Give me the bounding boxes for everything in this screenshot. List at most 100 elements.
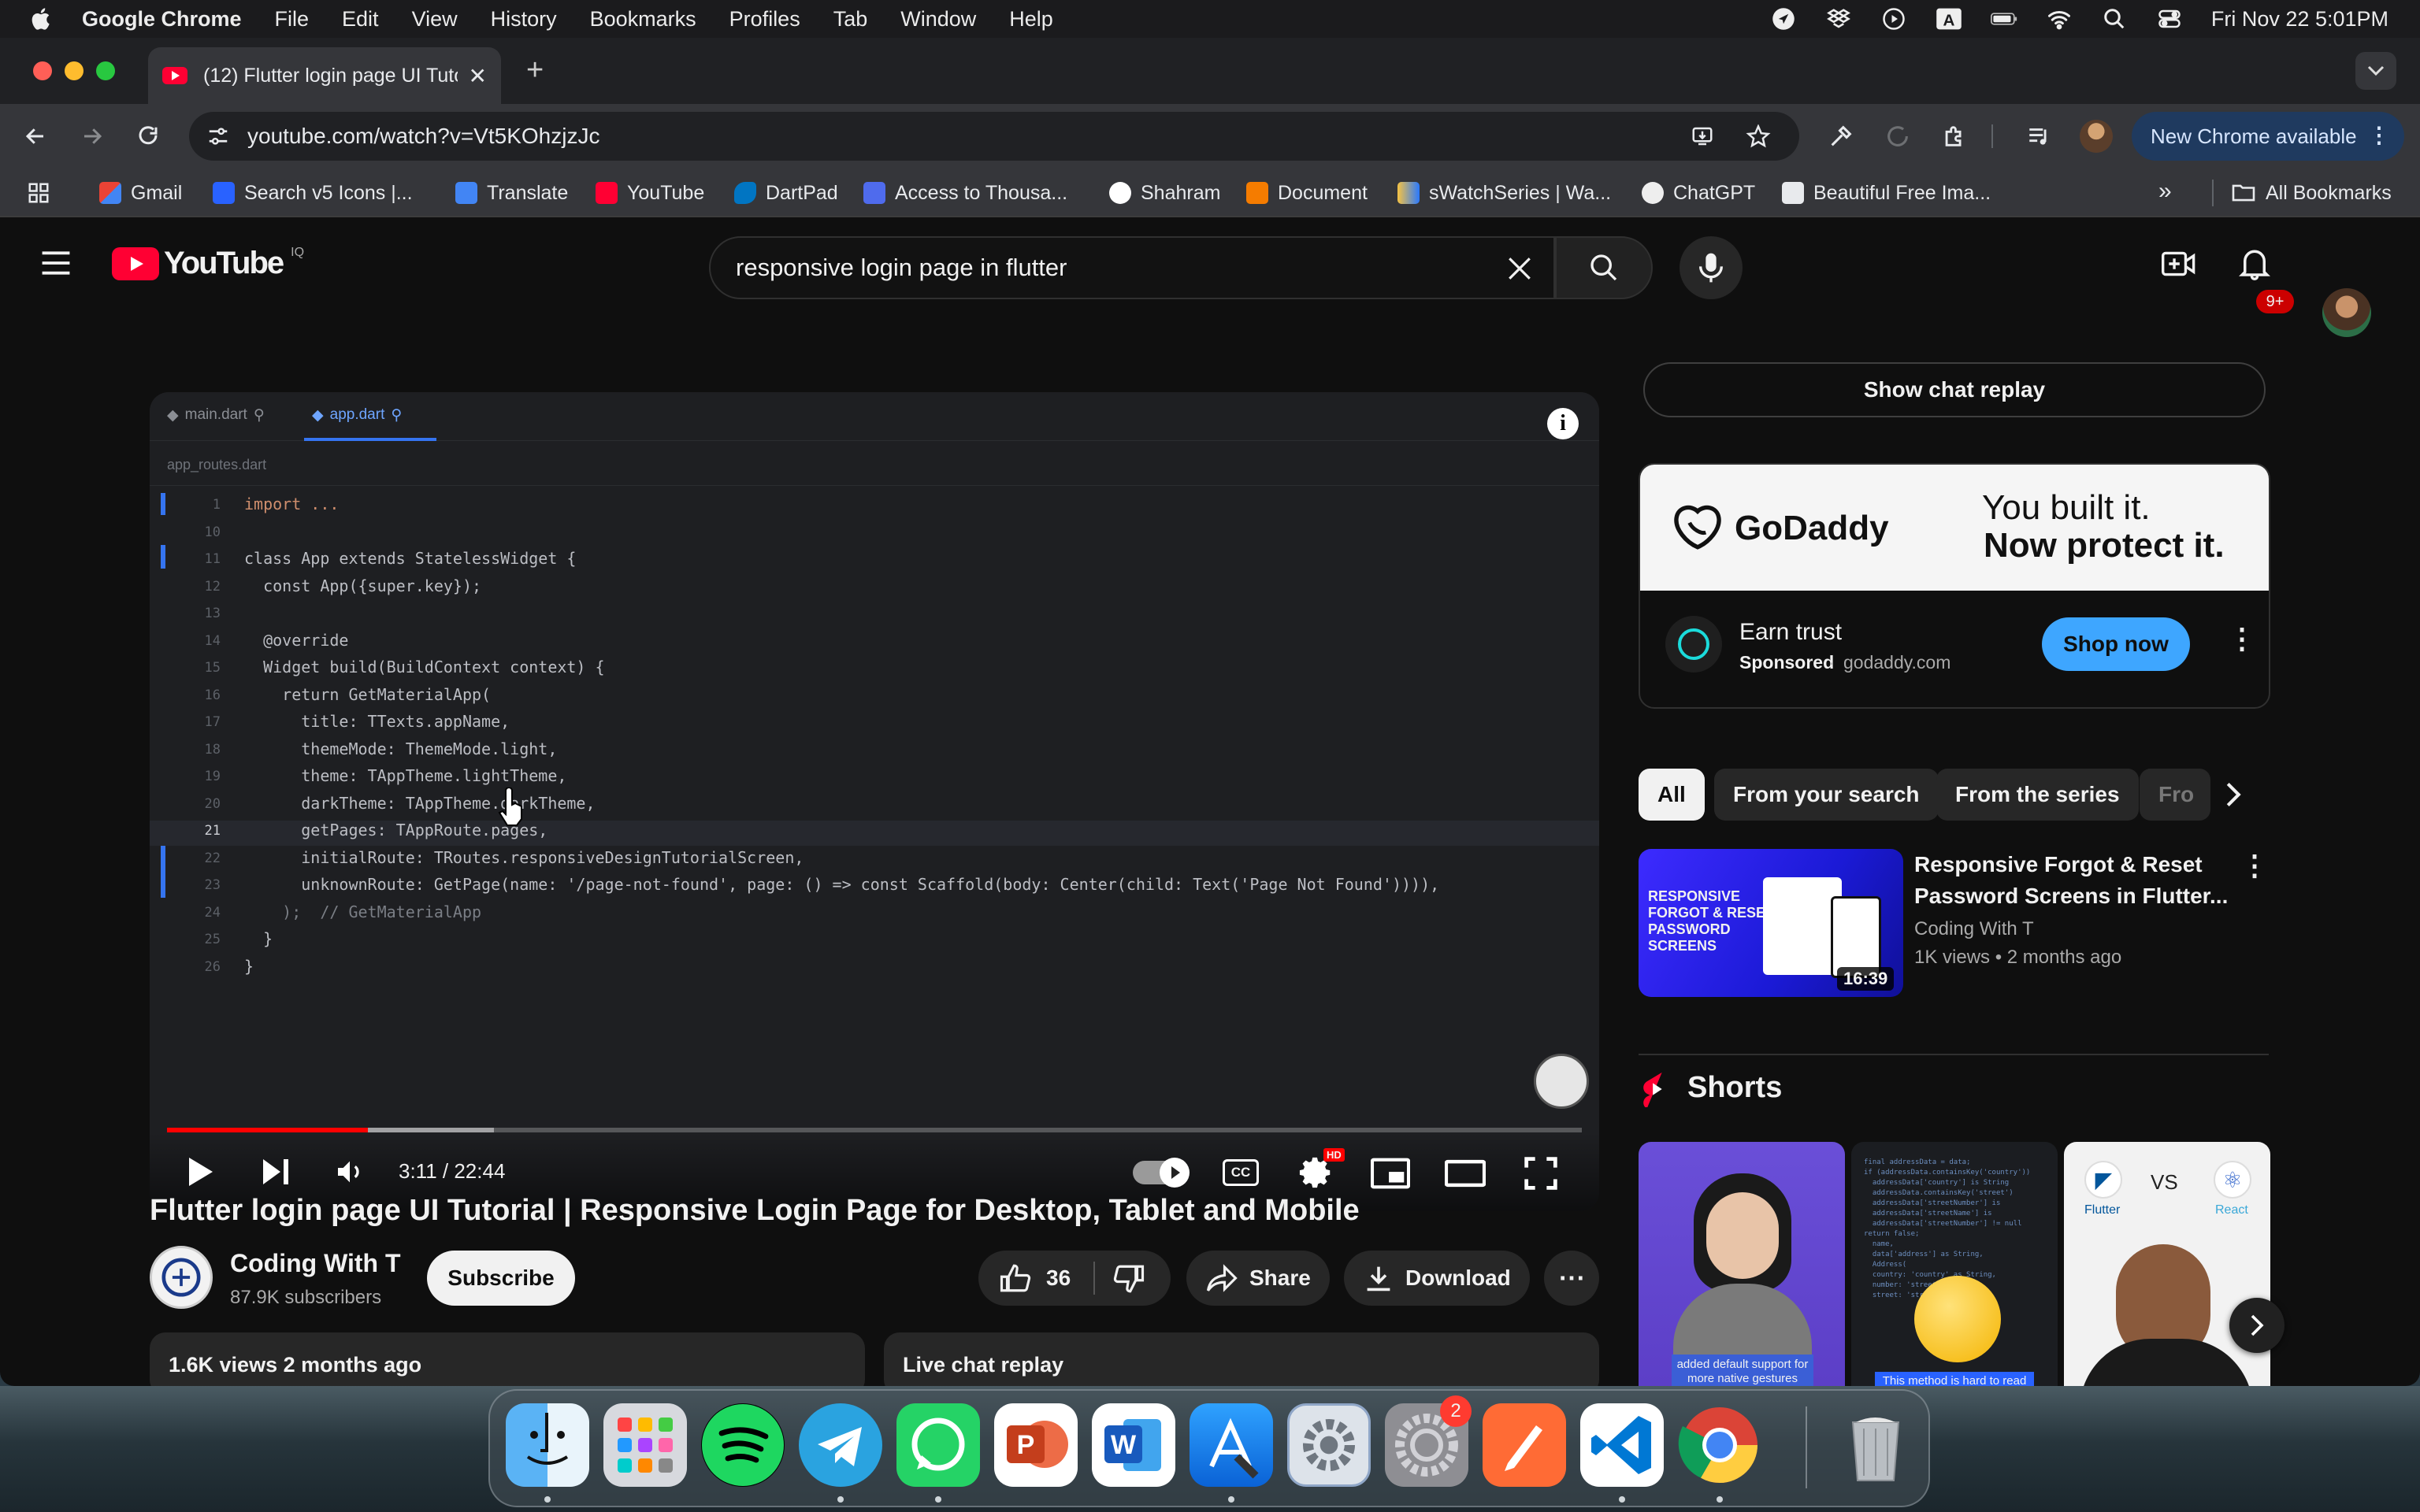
channel-name[interactable]: Coding With T [230, 1249, 401, 1278]
apps-grid-icon[interactable] [27, 181, 50, 205]
dock-settings-utility-icon[interactable] [1287, 1403, 1371, 1487]
minimize-window-button[interactable] [65, 61, 84, 80]
download-button[interactable]: Download [1344, 1251, 1530, 1306]
a-icon[interactable]: A [1936, 6, 1962, 32]
site-info-icon[interactable] [206, 124, 230, 148]
dock-launchpad-icon[interactable] [603, 1403, 687, 1487]
account-avatar[interactable] [2322, 288, 2371, 337]
short-2[interactable]: final addressData = data; if (addressDat… [1851, 1142, 2058, 1386]
zoom-window-button[interactable] [96, 61, 115, 80]
dock-powerpoint-icon[interactable]: P [994, 1403, 1078, 1487]
thumbs-down-icon[interactable] [1112, 1263, 1145, 1295]
create-video-icon[interactable] [2162, 249, 2196, 279]
apple-icon[interactable] [28, 6, 55, 32]
bookmark-translate[interactable]: Translate [455, 169, 568, 217]
battery-icon[interactable] [1990, 6, 2017, 32]
dock-xcode-icon[interactable] [1190, 1403, 1273, 1487]
all-bookmarks[interactable]: All Bookmarks [2231, 169, 2392, 217]
close-window-button[interactable] [33, 61, 52, 80]
bookmark-swatchseries[interactable]: sWatchSeries | Wa... [1397, 169, 1611, 217]
live-chat-box[interactable]: Live chat replay [884, 1332, 1599, 1386]
recommended-video-title[interactable]: Responsive Forgot & Reset Password Screen… [1914, 849, 2228, 912]
dock-spotify-icon[interactable] [701, 1403, 785, 1487]
chip-from-your-search[interactable]: From your search [1714, 769, 1939, 821]
forward-icon[interactable] [79, 124, 106, 148]
menu-view[interactable]: View [412, 7, 458, 32]
close-tab-icon[interactable]: ✕ [469, 63, 487, 89]
bookmark-star-icon[interactable] [1746, 124, 1771, 148]
dock-trash-icon[interactable] [1834, 1403, 1917, 1487]
more-actions-icon[interactable]: ⋯ [1544, 1251, 1599, 1306]
install-app-icon[interactable] [1689, 124, 1716, 148]
menu-app-name[interactable]: Google Chrome [82, 7, 242, 32]
more-vertical-icon[interactable]: ⋮ [2368, 122, 2390, 148]
dock-paw-icon[interactable] [1483, 1403, 1566, 1487]
chip-truncated[interactable]: Fro [2140, 769, 2210, 821]
bookmark-dartpad[interactable]: DartPad [734, 169, 838, 217]
show-chat-replay-button[interactable]: Show chat replay [1643, 362, 2266, 417]
autoplay-toggle[interactable] [1133, 1158, 1190, 1188]
hamburger-menu-icon[interactable] [41, 250, 71, 276]
menu-edit[interactable]: Edit [342, 7, 379, 32]
search-input[interactable]: responsive login page in flutter [709, 236, 1555, 299]
search-icon[interactable] [2101, 6, 2128, 32]
new-tab-icon[interactable]: + [526, 54, 544, 87]
dock-telegram-icon[interactable] [799, 1403, 882, 1487]
shorts-next-button[interactable] [2229, 1298, 2285, 1353]
profile-avatar[interactable] [2080, 120, 2113, 153]
description-box[interactable]: 1.6K views 2 months ago [150, 1332, 865, 1386]
control-center-icon[interactable] [2156, 6, 2183, 32]
chip-all[interactable]: All [1639, 769, 1705, 821]
miniplayer-icon[interactable] [1371, 1158, 1410, 1189]
channel-avatar[interactable] [150, 1246, 213, 1309]
dock-chrome-icon[interactable] [1678, 1403, 1761, 1487]
bookmark-access[interactable]: Access to Thousa... [863, 169, 1067, 217]
sync-extension-icon[interactable] [1884, 123, 1911, 150]
ad-shop-now-button[interactable]: Shop now [2042, 617, 2190, 671]
bookmark-gmail[interactable]: Gmail [99, 169, 182, 217]
play-icon[interactable] [1880, 6, 1907, 32]
address-bar[interactable]: youtube.com/watch?v=Vt5KOhzjzJc [189, 112, 1799, 161]
extensions-puzzle-icon[interactable] [1941, 123, 1968, 150]
new-chrome-available-button[interactable]: New Chrome available ⋮ [2132, 112, 2404, 161]
wifi-icon[interactable] [2046, 6, 2073, 32]
tab-search-chevron-icon[interactable] [2355, 52, 2396, 90]
menu-file[interactable]: File [275, 7, 310, 32]
subscribe-button[interactable]: Subscribe [427, 1251, 575, 1306]
menu-profiles[interactable]: Profiles [729, 7, 800, 32]
ad-more-icon[interactable]: ⋮ [2228, 622, 2256, 655]
dock-system-settings-icon[interactable]: 2 [1385, 1395, 1472, 1487]
media-controls-icon[interactable] [2026, 123, 2053, 150]
channel-watermark[interactable] [1534, 1054, 1589, 1109]
back-icon[interactable] [22, 124, 49, 148]
clear-search-icon[interactable] [1506, 255, 1533, 282]
search-button[interactable] [1555, 236, 1653, 299]
url-text[interactable]: youtube.com/watch?v=Vt5KOhzjzJc [247, 124, 599, 149]
color-picker-extension-icon[interactable] [1828, 123, 1854, 150]
more-bookmarks-icon[interactable]: » [2158, 178, 2172, 205]
dock-finder-icon[interactable] [506, 1403, 589, 1487]
share-button[interactable]: Share [1186, 1251, 1330, 1306]
theater-mode-icon[interactable] [1445, 1159, 1486, 1188]
sponsored-ad-card[interactable]: GoDaddy You built it. Now protect it. Ea… [1639, 463, 2270, 709]
search-query[interactable]: responsive login page in flutter [736, 254, 1067, 282]
menubar-clock[interactable]: Fri Nov 22 5:01PM [2211, 7, 2388, 32]
bookmark-document[interactable]: Document [1246, 169, 1368, 217]
dock-whatsapp-icon[interactable] [896, 1403, 980, 1487]
dock-vscode-icon[interactable] [1580, 1403, 1664, 1487]
recommended-video-thumbnail[interactable]: RESPONSIVE FORGOT & RESET PASSWORD SCREENS … [1639, 849, 1903, 997]
menu-help[interactable]: Help [1009, 7, 1053, 32]
reload-icon[interactable] [135, 124, 161, 148]
recommended-channel[interactable]: Coding With T [1914, 918, 2034, 940]
captions-button[interactable]: CC [1223, 1159, 1259, 1186]
info-icon[interactable]: i [1547, 408, 1579, 439]
menu-window[interactable]: Window [900, 7, 976, 32]
dock-word-icon[interactable]: W [1092, 1403, 1175, 1487]
bookmark-shahram[interactable]: Shahram [1109, 169, 1220, 217]
youtube-logo[interactable]: YouTube IQ [112, 246, 304, 281]
dropbox-icon[interactable] [1825, 6, 1852, 32]
tab-youtube[interactable]: (12) Flutter login page UI Tuto ✕ [148, 47, 501, 104]
short-1[interactable]: added default support for more native ge… [1639, 1142, 1845, 1386]
bookmark-beautiful-images[interactable]: Beautiful Free Ima... [1782, 169, 1991, 217]
ad-banner[interactable]: GoDaddy You built it. Now protect it. [1640, 465, 2269, 591]
